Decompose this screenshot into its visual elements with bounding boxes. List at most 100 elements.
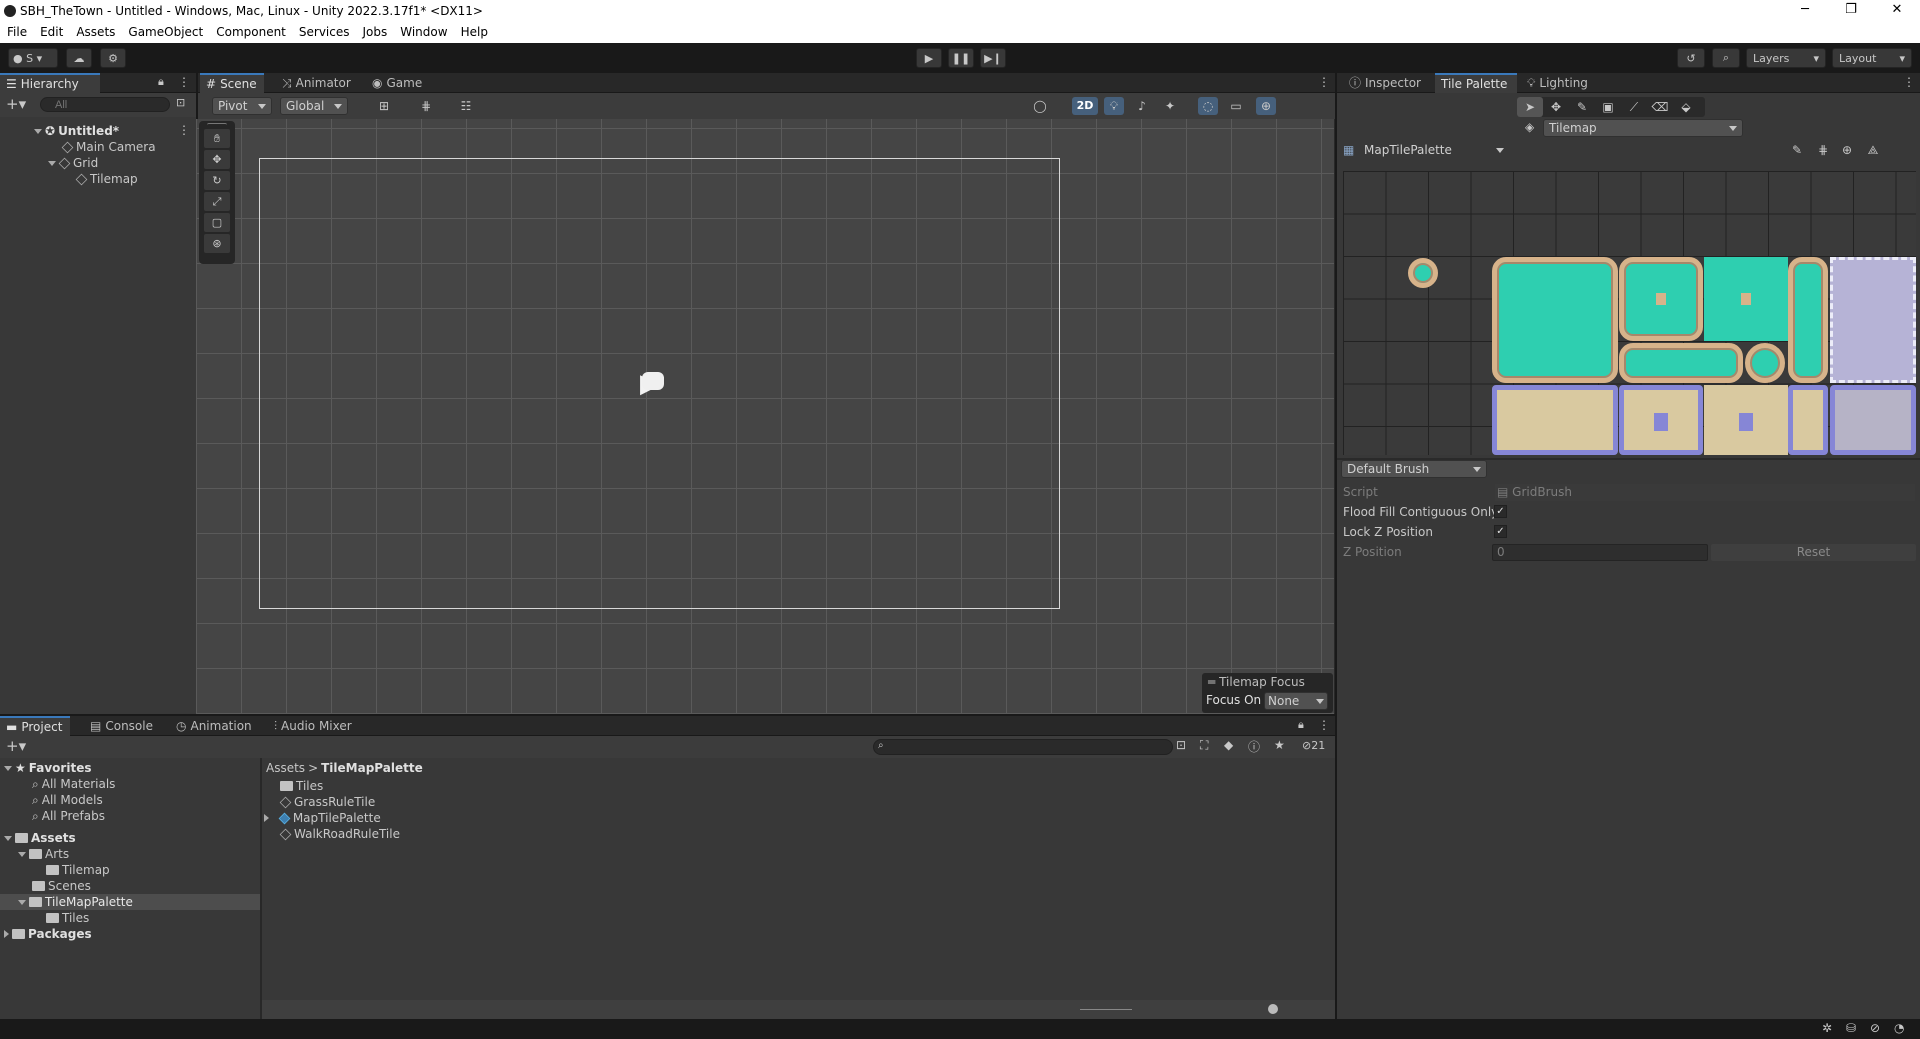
- tab-lighting[interactable]: 💡︎ Lighting: [1521, 73, 1594, 93]
- collapse-icon[interactable]: [4, 930, 9, 938]
- scale-tool-icon[interactable]: ⤢: [204, 192, 230, 211]
- project-search-input[interactable]: ⌕: [873, 739, 1173, 755]
- hierarchy-item-tilemap[interactable]: Tilemap: [75, 171, 138, 187]
- favorites-node[interactable]: ★ Favorites: [4, 760, 91, 776]
- expand-icon[interactable]: [264, 814, 269, 822]
- transform-tool-icon[interactable]: ⊛: [204, 234, 230, 253]
- expand-icon[interactable]: [18, 851, 26, 857]
- lock-icon[interactable]: 🔒︎: [158, 75, 164, 89]
- folder-tilemap[interactable]: Tilemap: [46, 862, 110, 878]
- hidden-packages-toggle[interactable]: ⊘21: [1302, 739, 1325, 752]
- breadcrumb-current[interactable]: TileMapPalette: [321, 760, 423, 776]
- expand-icon[interactable]: [48, 160, 56, 166]
- hand-tool-icon[interactable]: ✋︎: [204, 129, 230, 148]
- fill-tool-icon[interactable]: ⬙: [1673, 97, 1699, 117]
- add-icon[interactable]: +▾: [6, 737, 26, 755]
- layout-dropdown[interactable]: Layout ▾: [1832, 48, 1912, 68]
- expand-icon[interactable]: [4, 835, 12, 841]
- menu-help[interactable]: Help: [461, 25, 488, 39]
- pause-button[interactable]: ❚❚: [948, 48, 974, 68]
- account-dropdown[interactable]: ● S ▾: [8, 48, 58, 68]
- rect-tool-icon[interactable]: ▢: [204, 213, 230, 232]
- menu-assets[interactable]: Assets: [76, 25, 115, 39]
- audio-toggle-icon[interactable]: ♪: [1132, 97, 1152, 115]
- menu-gameobject[interactable]: GameObject: [128, 25, 203, 39]
- cloud-button[interactable]: ☁: [66, 48, 92, 68]
- tile-road-vertical[interactable]: [1788, 385, 1828, 455]
- gizmos-toggle-icon[interactable]: ⊕: [1837, 141, 1857, 159]
- pivot-dropdown[interactable]: Pivot: [212, 97, 272, 115]
- step-button[interactable]: ▶❙: [980, 48, 1006, 68]
- fav-item[interactable]: ⌕ All Materials: [32, 776, 115, 792]
- search-button[interactable]: ⌕: [1712, 48, 1740, 68]
- hierarchy-item-main-camera[interactable]: Main Camera: [61, 139, 156, 155]
- draw-mode-icon[interactable]: ◯: [1030, 97, 1050, 115]
- drag-handle-icon[interactable]: ═: [1208, 675, 1215, 689]
- move-tool-icon[interactable]: ✥: [204, 150, 230, 169]
- tile-palette-grid[interactable]: [1343, 171, 1916, 455]
- grid-toggle-icon[interactable]: ⋕: [1813, 141, 1833, 159]
- history-button[interactable]: ↺: [1677, 48, 1705, 68]
- tag-icon[interactable]: ◆: [1224, 738, 1233, 752]
- palette-dropdown[interactable]: MapTilePalette: [1359, 141, 1509, 159]
- menu-jobs[interactable]: Jobs: [363, 25, 388, 39]
- tile-water-vertical[interactable]: [1788, 257, 1828, 383]
- tab-project[interactable]: ▬ Project: [0, 716, 70, 736]
- star-icon[interactable]: ★: [1274, 738, 1285, 752]
- maximize-button[interactable]: ❐: [1828, 0, 1874, 21]
- tile-water-round[interactable]: [1745, 343, 1785, 383]
- active-target-dropdown[interactable]: Tilemap: [1543, 119, 1743, 137]
- list-item[interactable]: GrassRuleTile: [279, 794, 375, 810]
- fav-item[interactable]: ⌕ All Prefabs: [32, 808, 105, 824]
- expand-icon[interactable]: [18, 899, 26, 905]
- tab-audio-mixer[interactable]: ⫶ Audio Mixer: [268, 716, 358, 736]
- fav-item[interactable]: ⌕ All Models: [32, 792, 103, 808]
- hidden-objects-icon[interactable]: ◌: [1198, 97, 1218, 115]
- filter-icon[interactable]: ⊡: [176, 96, 185, 109]
- add-icon[interactable]: +▾: [6, 95, 26, 113]
- tab-tile-palette[interactable]: Tile Palette: [1435, 73, 1517, 93]
- effects-icon[interactable]: ✦: [1160, 97, 1180, 115]
- more-icon[interactable]: ⋮: [1903, 75, 1915, 89]
- info-icon[interactable]: ⓘ: [1248, 738, 1260, 755]
- lock-z-checkbox[interactable]: ✓: [1494, 525, 1507, 538]
- assets-node[interactable]: Assets: [4, 830, 76, 846]
- brush-dropdown[interactable]: Default Brush: [1341, 460, 1487, 478]
- zoom-slider-track[interactable]: [1080, 1009, 1132, 1010]
- tile-water-blank[interactable]: [1830, 257, 1916, 383]
- list-item[interactable]: WalkRoadRuleTile: [279, 826, 400, 842]
- camera-settings-icon[interactable]: ▭: [1226, 97, 1246, 115]
- folder-tilemappalette[interactable]: TileMapPalette: [18, 894, 133, 910]
- menu-edit[interactable]: Edit: [40, 25, 63, 39]
- progress-icon[interactable]: ◔: [1894, 1021, 1904, 1035]
- tab-scene[interactable]: # Scene: [200, 73, 264, 93]
- tile-water-large[interactable]: [1492, 257, 1618, 383]
- scene-more-icon[interactable]: ⋮: [178, 123, 190, 137]
- packages-node[interactable]: Packages: [4, 926, 92, 942]
- focus-on-dropdown[interactable]: None: [1264, 692, 1328, 710]
- select-tool-icon[interactable]: ➤: [1517, 97, 1543, 117]
- search-by-type-icon[interactable]: ⊡: [1176, 738, 1186, 752]
- gizmos-icon[interactable]: ⊕: [1256, 97, 1276, 115]
- tab-animation[interactable]: ◷ Animation: [170, 716, 258, 736]
- z-position-input[interactable]: 0: [1492, 544, 1708, 561]
- layers-dropdown[interactable]: Layers ▾: [1746, 48, 1826, 68]
- minimize-button[interactable]: ─: [1782, 0, 1828, 21]
- list-item[interactable]: Tiles: [280, 778, 323, 794]
- paint-tool-icon[interactable]: ✎: [1569, 97, 1595, 117]
- lighting-toggle-icon[interactable]: 💡︎: [1104, 97, 1124, 115]
- tab-console[interactable]: ▤ Console: [84, 716, 159, 736]
- folder-tiles[interactable]: Tiles: [46, 910, 89, 926]
- scene-root[interactable]: ✪ Untitled*: [34, 123, 119, 139]
- move-tool-icon[interactable]: ✥: [1543, 97, 1569, 117]
- tab-inspector[interactable]: ⓘ Inspector: [1343, 73, 1427, 93]
- snap-grid-icon[interactable]: ⊞: [374, 97, 394, 115]
- lock-icon[interactable]: 🔒︎: [1298, 718, 1304, 732]
- camera-icon[interactable]: [642, 372, 664, 390]
- rotate-tool-icon[interactable]: ↻: [204, 171, 230, 190]
- play-button[interactable]: ▶: [916, 48, 942, 68]
- hierarchy-item-grid[interactable]: Grid: [48, 155, 98, 171]
- reset-button[interactable]: Reset: [1711, 544, 1916, 561]
- tab-game[interactable]: ◉ Game: [366, 73, 428, 93]
- folder-arts[interactable]: Arts: [18, 846, 69, 862]
